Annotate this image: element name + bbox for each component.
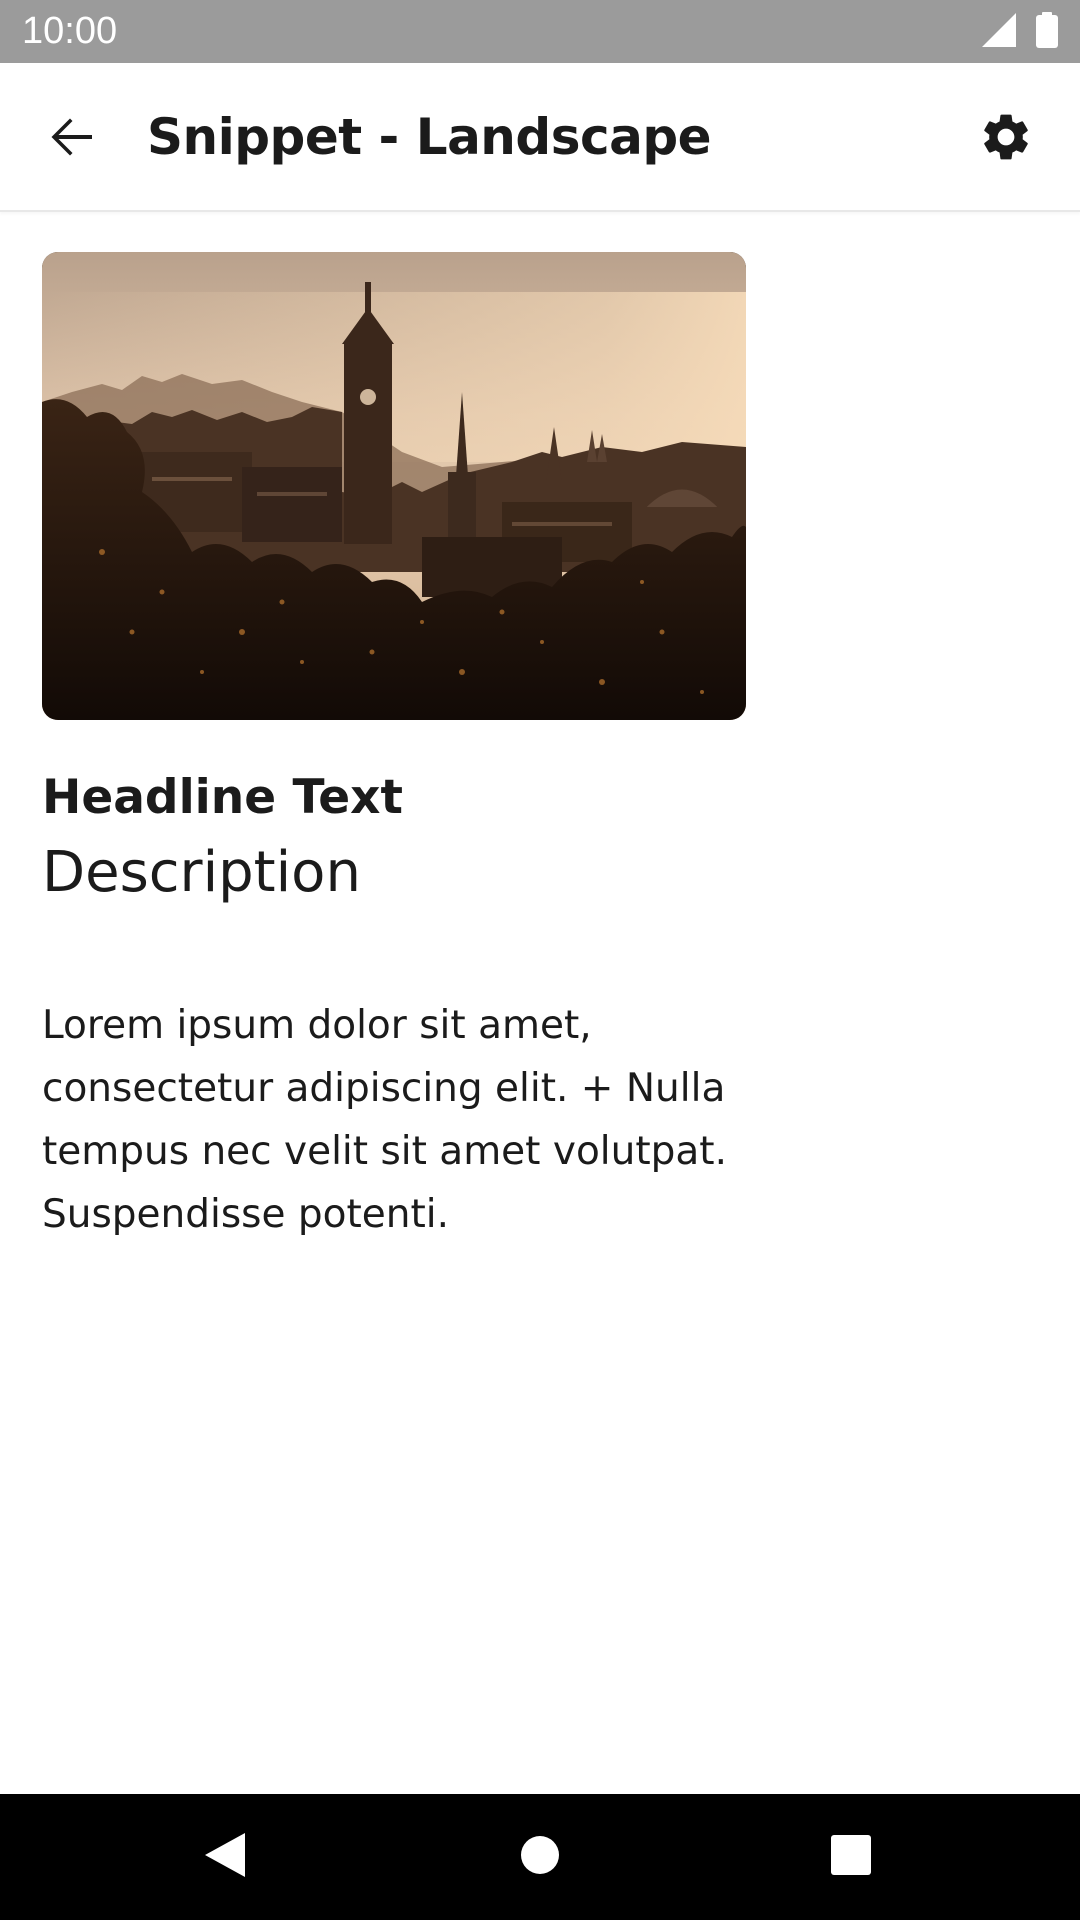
page-title: Snippet - Landscape [147, 108, 712, 166]
nav-back-button[interactable] [192, 1824, 258, 1890]
system-nav-bar [0, 1794, 1080, 1920]
signal-icon [982, 13, 1016, 51]
description-text: Description [42, 840, 361, 905]
city-skyline-photo [42, 252, 746, 720]
nav-back-icon [203, 1831, 247, 1883]
nav-recents-icon [830, 1834, 872, 1880]
nav-recents-button[interactable] [818, 1824, 884, 1890]
nav-home-button[interactable] [507, 1824, 573, 1890]
settings-button[interactable] [972, 105, 1040, 173]
headline-text: Headline Text [42, 770, 403, 825]
battery-icon [1036, 12, 1058, 52]
status-time: 10:00 [22, 10, 118, 52]
gear-icon [978, 109, 1034, 169]
status-icons [982, 12, 1058, 52]
back-button[interactable] [40, 107, 104, 171]
arrow-back-icon [48, 113, 96, 165]
body-text: Lorem ipsum dolor sit amet, consectetur … [42, 1003, 727, 1237]
nav-home-icon [519, 1834, 561, 1880]
app-screen: 10:00 Snippet - Landscape Headline Text … [0, 0, 1080, 1920]
app-bar: Snippet - Landscape [0, 63, 1080, 212]
status-bar: 10:00 [0, 0, 1080, 63]
